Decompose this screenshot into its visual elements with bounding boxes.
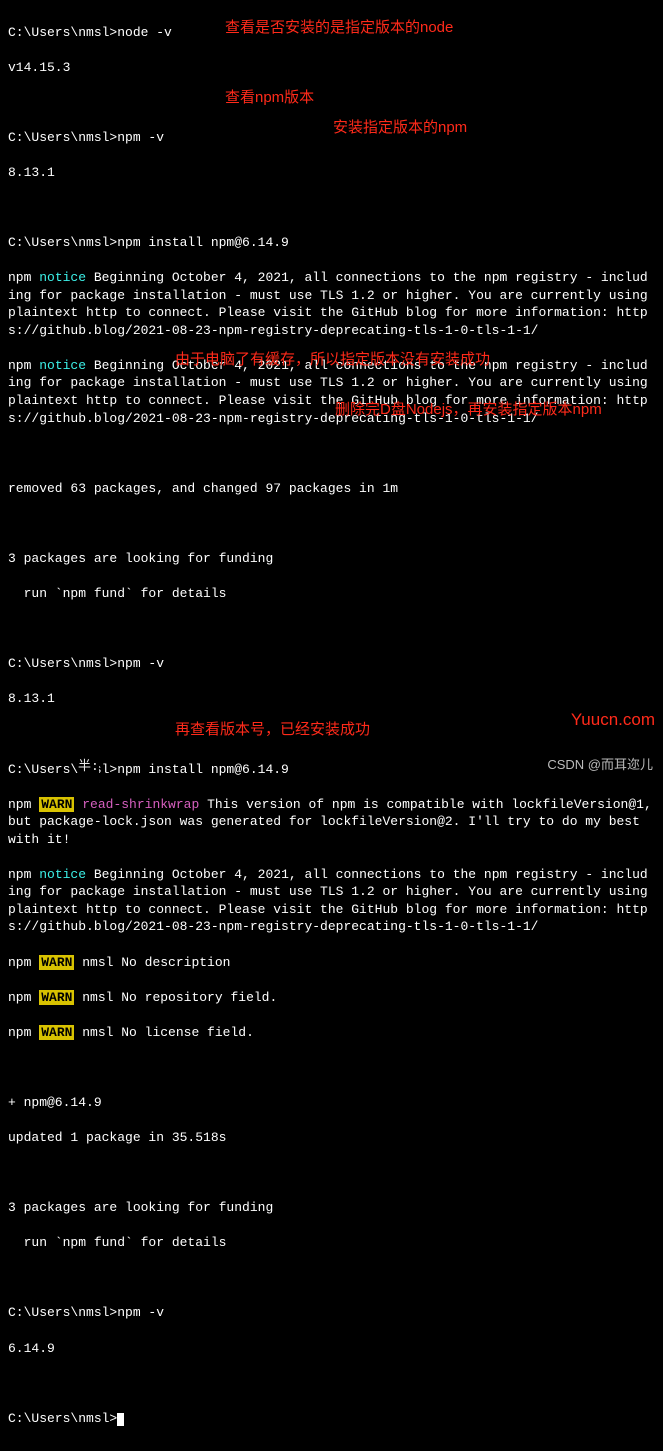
prompt: C:\Users\nmsl> (8, 25, 117, 40)
updated-line: updated 1 package in 35.518s (8, 1129, 655, 1147)
cmd-npm-v-3: npm -v (117, 1305, 164, 1320)
npm-version-3: 6.14.9 (8, 1340, 655, 1358)
warn-desc: nmsl No description (74, 955, 230, 970)
cmd-npm-install-2: npm install npm@6.14.9 (117, 762, 289, 777)
funding-2: run `npm fund` for details (8, 585, 655, 603)
funding-1: 3 packages are looking for funding (8, 550, 655, 568)
csdn-attribution: CSDN @而耳迩儿 (547, 756, 653, 774)
removed-line: removed 63 packages, and changed 97 pack… (8, 480, 655, 498)
annotation-4: 由于电脑了有缓存，所以指定版本没有安装成功 (175, 350, 490, 370)
npm-version-2: 8.13.1 (8, 690, 655, 708)
plus-pkg: + npm@6.14.9 (8, 1094, 655, 1112)
annotation-5: 删除完D盘Nodejs，再安装指定版本npm (335, 400, 602, 420)
annotation-6: 再查看版本号，已经安装成功 (175, 720, 370, 740)
watermark: Yuucn.com (571, 709, 655, 732)
npm-version-1: 8.13.1 (8, 164, 655, 182)
annotation-2: 查看npm版本 (225, 88, 314, 108)
notice-word: notice (39, 270, 86, 285)
notice-body: Beginning October 4, 2021, all connectio… (8, 270, 656, 338)
cmd-npm-install-1: npm install npm@6.14.9 (117, 235, 289, 250)
cursor (117, 1413, 124, 1426)
annotation-3: 安装指定版本的npm (333, 118, 467, 138)
cmd-node-v: node -v (117, 25, 172, 40)
annotation-1: 查看是否安装的是指定版本的node (225, 18, 453, 38)
cmd-npm-v-1: npm -v (117, 130, 164, 145)
warn-badge: WARN (39, 797, 74, 812)
cmd-npm-v-2: npm -v (117, 656, 164, 671)
node-version: v14.15.3 (8, 59, 655, 77)
warn-repo: nmsl No repository field. (74, 990, 277, 1005)
read-shrinkwrap: read-shrinkwrap (74, 797, 199, 812)
warn-lic: nmsl No license field. (74, 1025, 253, 1040)
ime-indicator: 半: (78, 758, 99, 776)
